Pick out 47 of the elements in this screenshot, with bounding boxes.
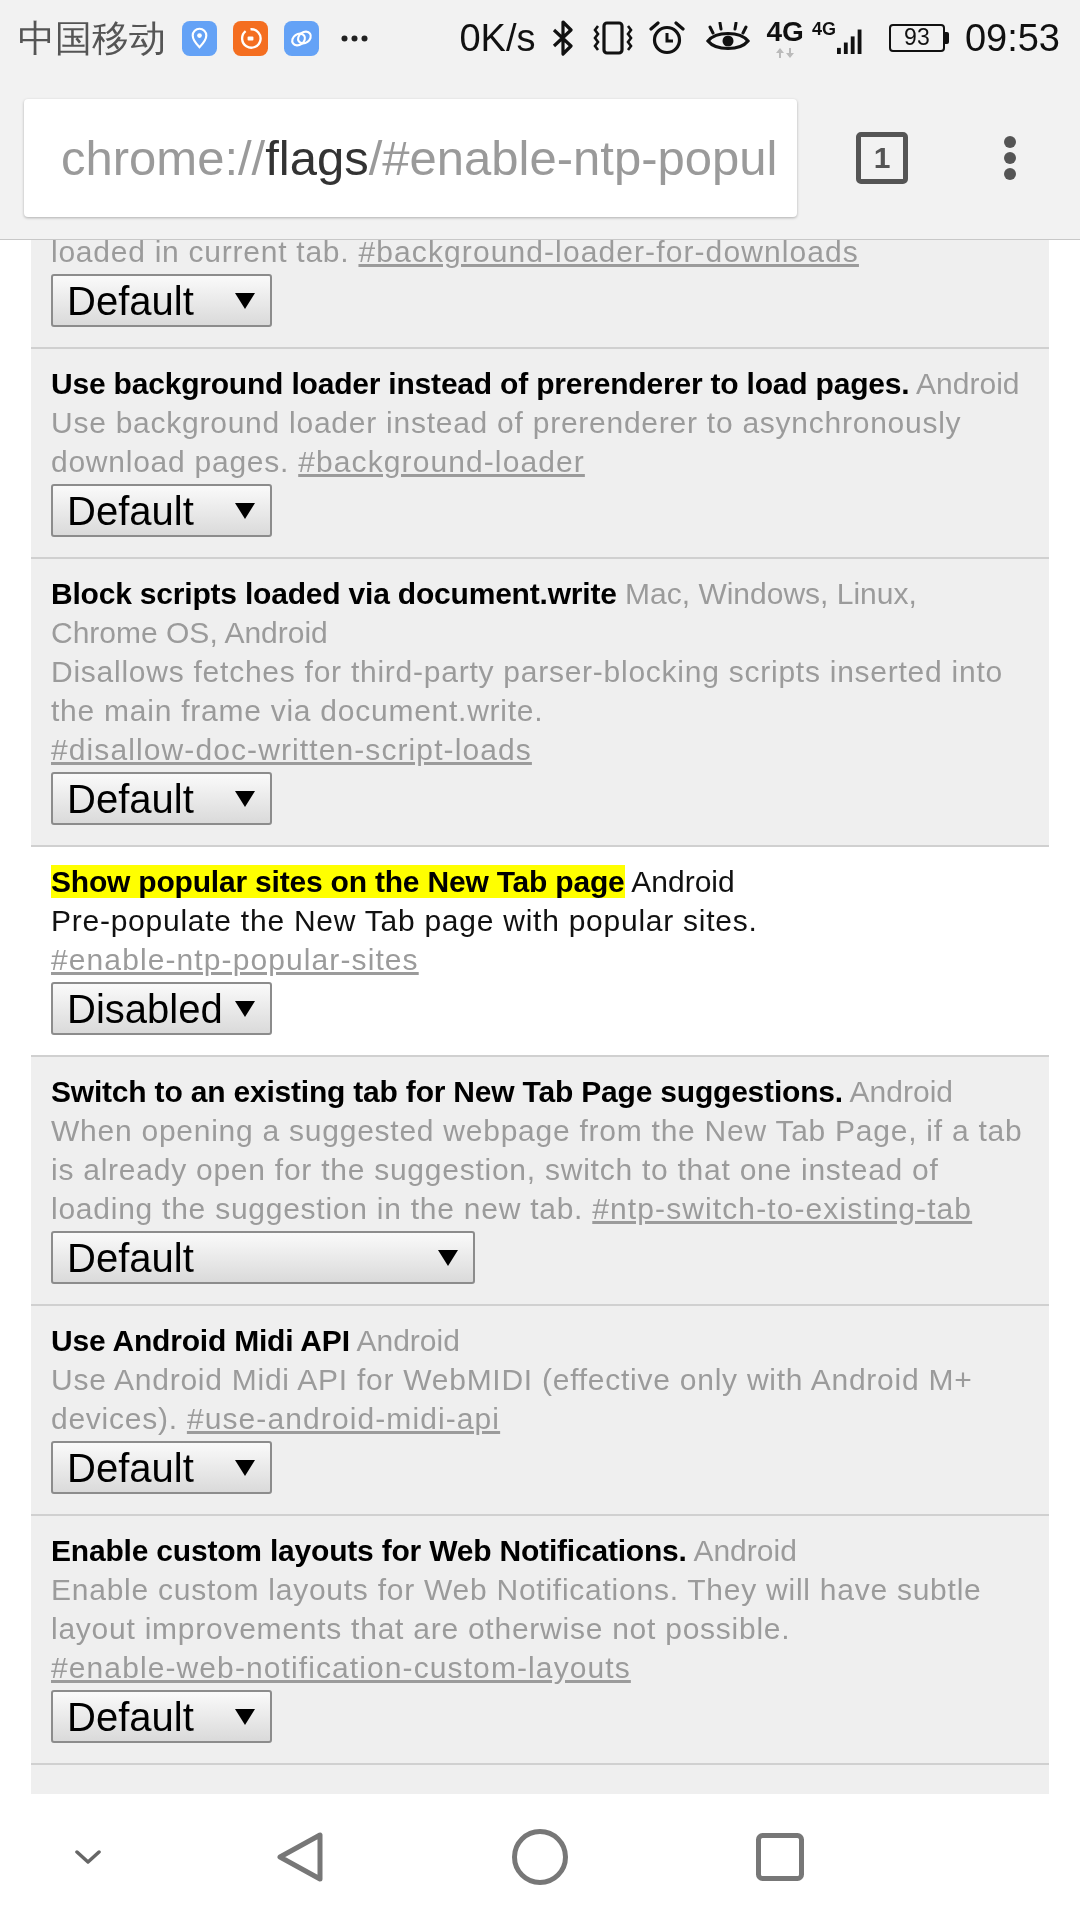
bluetooth-icon	[550, 20, 575, 56]
flag-description: Use Android Midi API for WebMIDI (effective only with Android M+ devices). #use-android-midi-api	[51, 1362, 974, 1437]
ellipsis-icon	[341, 34, 368, 42]
dropdown-arrow-icon	[438, 1249, 458, 1266]
chevron-down-icon[interactable]	[75, 1850, 101, 1864]
flag-select[interactable]: Disabled	[51, 982, 272, 1035]
data-speed-text: 0K/s	[459, 19, 536, 57]
flag-select[interactable]: Default	[51, 484, 272, 537]
tab-switcher-button[interactable]: 1	[856, 131, 908, 184]
flag-description: Use background loader instead of prerenderer to asynchronously download pages. #background-loader	[51, 405, 963, 480]
dropdown-arrow-icon	[235, 790, 255, 807]
flag-description: Disallows fetches for third-party parser-blocking scripts inserted into the main frame via document.write. #disallow-doc-written-script-loads	[51, 654, 1004, 768]
flag-select[interactable]: Default	[51, 772, 272, 825]
carrier-name: 中国移动	[18, 19, 166, 57]
flag-heading: Enable custom layouts for Web Notifications. Android	[51, 1533, 798, 1569]
signal-network-label: 4G	[811, 20, 836, 38]
dropdown-arrow-icon	[235, 502, 255, 519]
back-icon[interactable]	[276, 1831, 324, 1883]
network-type-label: 4G	[766, 18, 804, 46]
location-pin-icon	[182, 20, 217, 56]
flag-select[interactable]: Default	[51, 1690, 272, 1743]
dropdown-arrow-icon	[235, 1000, 255, 1017]
clock-time: 09:53	[964, 19, 1060, 57]
ring-logo-icon	[233, 20, 268, 56]
flag-description: When opening a suggested webpage from the New Tab Page, if a tab is already open for the suggestion, switch to that one instead of loading the suggestion in the new tab. #ntp-switch-to-existing-tab	[51, 1113, 1024, 1227]
flag-select[interactable]: Default	[51, 1231, 475, 1284]
flag-description: Pre-populate the New Tab page with popular sites. #enable-ntp-popular-sites	[51, 903, 759, 978]
flag-heading: Show popular sites on the New Tab page Android	[51, 864, 736, 900]
flag-heading: Block scripts loaded via document.write Mac, Windows, Linux, Chrome OS, Android	[51, 576, 918, 651]
flag-heading: Use background loader instead of prerenderer to load pages. Android	[51, 366, 1021, 402]
menu-icon[interactable]	[1003, 134, 1017, 181]
address-bar[interactable]: chrome://flags/#enable-ntp-popul	[24, 98, 797, 217]
linked-rings-icon	[284, 20, 319, 56]
home-icon[interactable]	[512, 1829, 568, 1885]
flag-select[interactable]: Default	[51, 1441, 272, 1494]
alarm-clock-icon	[648, 20, 685, 56]
battery-indicator: 93	[888, 24, 949, 52]
vibrate-icon	[591, 20, 634, 56]
flag-description: Enable custom layouts for Web Notifications. They will have subtle layout improvements that are otherwise not possible. #enable-web-notification-custom-layouts	[51, 1572, 983, 1686]
dropdown-arrow-icon	[235, 292, 255, 309]
flag-heading: Switch to an existing tab for New Tab Page suggestions. Android	[51, 1074, 954, 1110]
dropdown-arrow-icon	[235, 1708, 255, 1725]
flag-heading: Use Android Midi API Android	[51, 1323, 461, 1359]
dropdown-arrow-icon	[235, 1459, 255, 1476]
data-arrows-icon	[775, 48, 796, 58]
flag-select[interactable]: Default	[51, 274, 272, 327]
recents-icon[interactable]	[756, 1833, 804, 1881]
